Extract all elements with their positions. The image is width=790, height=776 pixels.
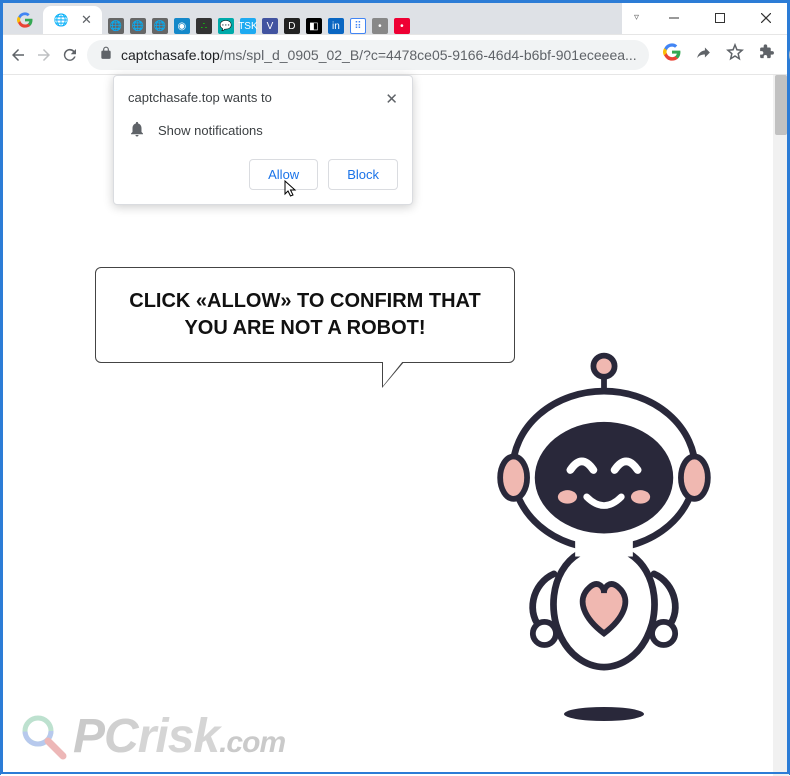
tab-google[interactable] — [7, 6, 43, 34]
linkedin-icon[interactable]: in — [328, 18, 344, 34]
app-icon[interactable]: ◧ — [306, 18, 322, 34]
bell-icon — [128, 120, 146, 141]
forward-button[interactable] — [35, 40, 53, 70]
favicon[interactable]: • — [394, 18, 410, 34]
vertical-scrollbar[interactable] — [773, 75, 789, 776]
disqus-icon[interactable]: D — [284, 18, 300, 34]
permission-origin-text: captchasafe.top wants to — [128, 90, 272, 105]
google-icon — [17, 12, 33, 28]
minimize-button[interactable] — [651, 1, 697, 35]
app-icon[interactable]: ∴ — [196, 18, 212, 34]
scrollbar-thumb[interactable] — [775, 75, 787, 135]
apps-icon[interactable]: ⠿ — [350, 18, 366, 34]
permission-label: Show notifications — [158, 123, 263, 138]
cursor-pointer-icon — [284, 180, 298, 203]
globe-icon[interactable]: 🌐 — [130, 18, 146, 34]
block-button[interactable]: Block — [328, 159, 398, 190]
messenger-icon[interactable]: 💬 — [218, 18, 234, 34]
extensions-icon[interactable] — [758, 44, 775, 66]
pinned-tabs: 🌐 🌐 🌐 ◉ ∴ 💬 TSK V D ◧ in ⠿ • • — [102, 18, 622, 34]
bookmark-star-icon[interactable] — [726, 43, 744, 66]
robot-shadow — [564, 707, 644, 721]
speech-bubble: CLICK «ALLOW» TO CONFIRM THAT YOU ARE NO… — [95, 267, 515, 363]
reload-button[interactable] — [61, 40, 79, 70]
magnifier-icon — [21, 714, 67, 760]
google-search-icon[interactable] — [663, 43, 681, 66]
browser-titlebar: 🌐 ✕ 🌐 🌐 🌐 ◉ ∴ 💬 TSK V D ◧ in ⠿ • • ▿ — [1, 1, 789, 35]
globe-icon: 🌐 — [53, 12, 69, 28]
bubble-text: CLICK «ALLOW» TO CONFIRM THAT YOU ARE NO… — [129, 290, 480, 339]
window-controls: ▿ — [622, 1, 789, 34]
lock-icon — [99, 46, 113, 63]
robot-image — [479, 345, 729, 691]
watermark: PCrisk.com — [21, 709, 285, 764]
tab-overflow[interactable]: ▿ — [622, 1, 651, 34]
chevron-down-icon: ▿ — [634, 12, 639, 23]
tab-strip: 🌐 ✕ 🌐 🌐 🌐 ◉ ∴ 💬 TSK V D ◧ in ⠿ • • — [1, 1, 622, 34]
globe-icon[interactable]: 🌐 — [152, 18, 168, 34]
notification-permission-popup: captchasafe.top wants to ✕ Show notifica… — [113, 75, 413, 205]
close-icon[interactable]: ✕ — [81, 12, 92, 28]
task-icon[interactable]: TSK — [240, 18, 256, 34]
app-icon[interactable]: ◉ — [174, 18, 190, 34]
watermark-text: PCrisk.com — [73, 709, 285, 764]
url-text: captchasafe.top/ms/spl_d_0905_02_B/?c=44… — [121, 47, 637, 63]
close-icon[interactable]: ✕ — [385, 90, 398, 108]
vivaldi-icon[interactable]: V — [262, 18, 278, 34]
allow-button[interactable]: Allow — [249, 159, 318, 190]
back-button[interactable] — [9, 40, 27, 70]
share-icon[interactable] — [695, 44, 712, 66]
globe-icon[interactable]: 🌐 — [108, 18, 124, 34]
address-bar: captchasafe.top/ms/spl_d_0905_02_B/?c=44… — [1, 35, 789, 75]
omnibox[interactable]: captchasafe.top/ms/spl_d_0905_02_B/?c=44… — [87, 40, 649, 70]
close-button[interactable] — [743, 1, 789, 35]
favicon[interactable]: • — [372, 18, 388, 34]
maximize-button[interactable] — [697, 1, 743, 35]
page-content: captchasafe.top wants to ✕ Show notifica… — [1, 75, 789, 776]
tab-captchasafe[interactable]: 🌐 ✕ — [43, 6, 102, 34]
toolbar-icons — [657, 43, 790, 67]
